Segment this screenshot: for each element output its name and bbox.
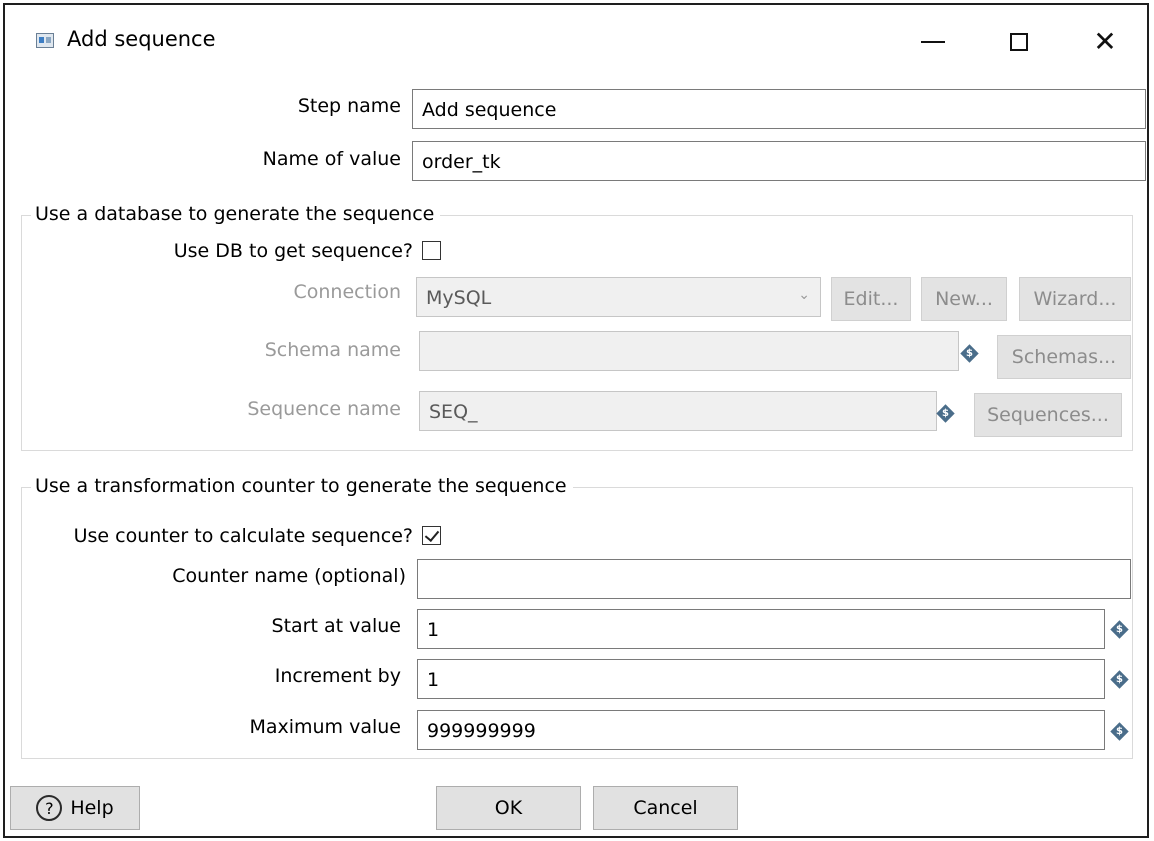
increment-input[interactable]: 1	[417, 659, 1105, 699]
schemas-button[interactable]: Schemas...	[997, 335, 1131, 379]
maximum-value-input[interactable]: 999999999	[417, 710, 1105, 750]
schema-name-input[interactable]	[419, 331, 959, 371]
start-value-input[interactable]: 1	[417, 609, 1105, 649]
title-bar: Add sequence ✕	[5, 5, 1147, 81]
variable-icon[interactable]: $	[1109, 669, 1129, 689]
increment-label: Increment by	[274, 665, 401, 687]
variable-icon[interactable]: $	[959, 343, 979, 363]
close-icon: ✕	[1093, 25, 1117, 58]
window-title: Add sequence	[67, 27, 216, 51]
maximize-icon	[1010, 33, 1028, 51]
counter-group-title: Use a transformation counter to generate…	[31, 475, 573, 497]
maximize-button[interactable]	[993, 19, 1045, 65]
name-of-value-input[interactable]: order_tk	[412, 141, 1146, 181]
connection-value: MySQL	[426, 287, 492, 309]
step-name-label: Step name	[297, 95, 401, 117]
sequence-name-label: Sequence name	[247, 398, 401, 420]
cancel-button[interactable]: Cancel	[593, 786, 738, 830]
checkmark-icon	[424, 526, 440, 543]
sequences-button[interactable]: Sequences...	[974, 393, 1122, 437]
new-connection-button[interactable]: New...	[921, 277, 1007, 321]
name-of-value-label: Name of value	[262, 148, 401, 170]
variable-icon[interactable]: $	[1109, 721, 1129, 741]
sequence-name-input[interactable]: SEQ_	[419, 391, 937, 431]
wizard-button[interactable]: Wizard...	[1019, 277, 1131, 321]
start-value-label: Start at value	[271, 615, 401, 637]
close-button[interactable]: ✕	[1079, 19, 1131, 65]
db-group-title: Use a database to generate the sequence	[31, 203, 441, 225]
variable-icon[interactable]: $	[1109, 619, 1129, 639]
use-counter-checkbox[interactable]	[422, 526, 441, 545]
use-db-label: Use DB to get sequence?	[173, 240, 413, 262]
use-db-checkbox[interactable]	[422, 241, 441, 260]
edit-connection-button[interactable]: Edit...	[831, 277, 911, 321]
variable-icon[interactable]: $	[935, 403, 955, 423]
minimize-icon	[921, 41, 945, 43]
chevron-down-icon: ⌄	[798, 287, 810, 303]
app-icon	[36, 33, 54, 48]
use-counter-label: Use counter to calculate sequence?	[73, 525, 413, 547]
help-icon: ?	[36, 795, 63, 821]
dialog-window: Add sequence ✕ Step name Add sequence Na…	[3, 3, 1149, 838]
schema-name-label: Schema name	[264, 339, 401, 361]
maximum-value-label: Maximum value	[249, 716, 401, 738]
connection-label: Connection	[293, 281, 401, 303]
ok-button[interactable]: OK	[436, 786, 581, 830]
minimize-button[interactable]	[907, 19, 959, 65]
help-button[interactable]: ? Help	[10, 786, 140, 830]
step-name-input[interactable]: Add sequence	[412, 89, 1146, 129]
counter-name-input[interactable]	[417, 559, 1131, 599]
connection-select[interactable]: MySQL ⌄	[416, 277, 821, 317]
counter-name-label: Counter name (optional)	[172, 565, 406, 587]
help-button-label: Help	[70, 797, 114, 819]
